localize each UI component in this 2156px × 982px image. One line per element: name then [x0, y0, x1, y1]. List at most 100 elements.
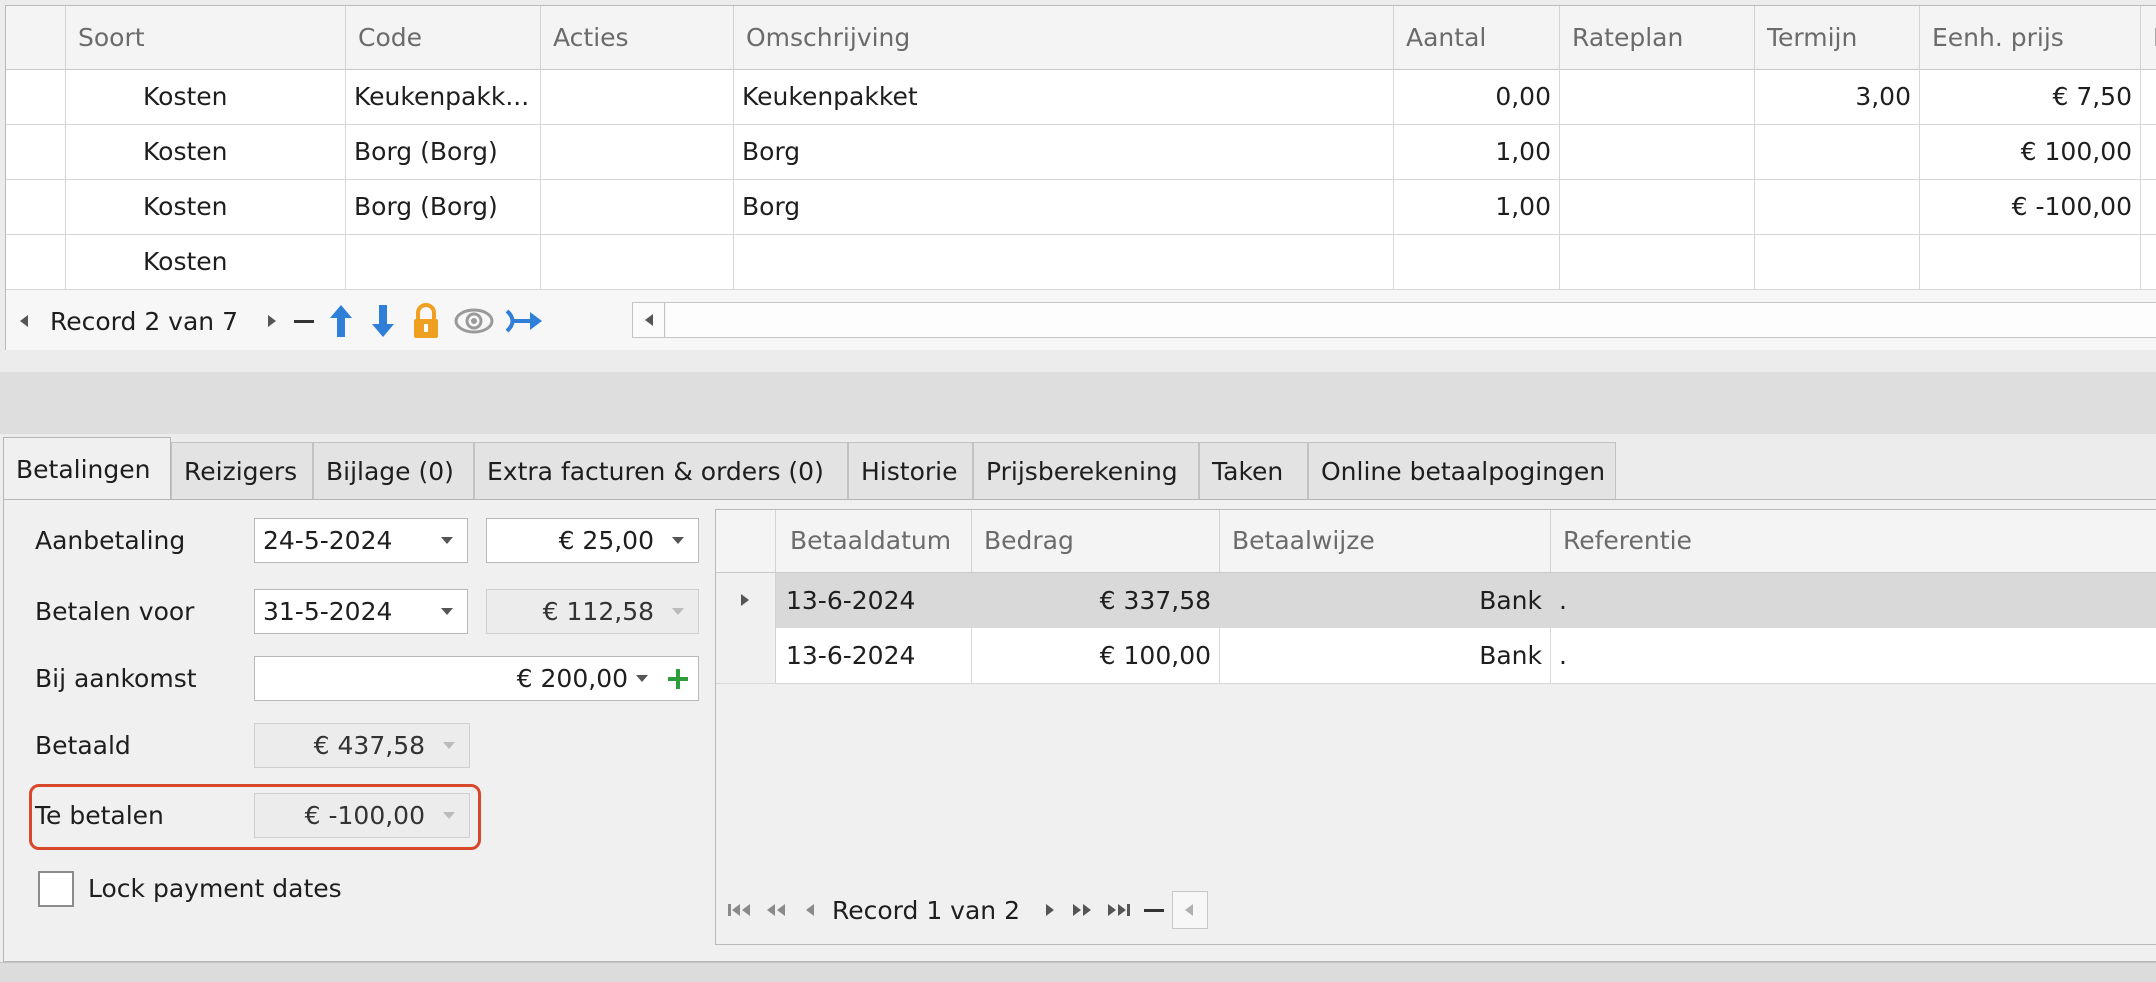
betalen-voor-date-picker[interactable]: 31-5-2024	[254, 589, 468, 634]
scroll-left-button[interactable]	[633, 303, 665, 337]
col-header-betaaldatum[interactable]: Betaaldatum	[778, 510, 972, 572]
col-header-betaalwijze[interactable]: Betaalwijze	[1220, 510, 1551, 572]
table-row-selected[interactable]: 13-6-2024 € 337,58 Bank .	[716, 573, 2156, 629]
move-down-icon[interactable]	[368, 303, 398, 339]
cell-code[interactable]: Borg (Borg)	[346, 179, 541, 234]
col-header-termijn[interactable]: Termijn	[1755, 6, 1920, 69]
first-record-icon[interactable]	[726, 900, 754, 920]
prev-icon[interactable]	[20, 315, 28, 327]
chevron-down-icon[interactable]	[672, 537, 684, 544]
next-icon[interactable]	[268, 315, 276, 327]
cell-aantal[interactable]: 1,00	[1394, 124, 1560, 179]
eye-icon[interactable]	[454, 306, 494, 336]
table-row[interactable]: Kosten Keukenpakk... Keukenpakket 0,00 3…	[6, 69, 2156, 125]
cell-aantal[interactable]: 0,00	[1394, 69, 1560, 124]
cell-omschrijving[interactable]: Keukenpakket	[734, 69, 1394, 124]
chevron-down-icon[interactable]	[636, 675, 648, 682]
prev-page-icon[interactable]	[762, 900, 790, 920]
cell-betaalwijze[interactable]: Bank	[1220, 573, 1551, 628]
col-header-rateplan[interactable]: Rateplan	[1560, 6, 1755, 69]
tab-historie[interactable]: Historie	[848, 442, 973, 500]
move-up-icon[interactable]	[326, 303, 356, 339]
col-header-code[interactable]: Code	[346, 6, 541, 69]
table-row[interactable]: Kosten	[6, 234, 2156, 290]
delete-icon[interactable]	[1144, 908, 1164, 912]
aanbetaling-amount-field[interactable]: € 25,00	[486, 518, 699, 563]
lock-payment-dates-label[interactable]: Lock payment dates	[88, 874, 342, 903]
cell-omschrijving[interactable]: Borg	[734, 124, 1394, 179]
cell-soort[interactable]: Kosten	[66, 69, 346, 124]
cell-aantal[interactable]: 1,00	[1394, 179, 1560, 234]
cell-rateplan[interactable]	[1560, 179, 1755, 234]
cell-soort[interactable]: Kosten	[66, 124, 346, 179]
chevron-down-icon[interactable]	[441, 608, 453, 615]
cell-termijn[interactable]	[1755, 179, 1920, 234]
cell-eenh-prijs[interactable]: € -100,00	[1920, 179, 2141, 234]
cell-soort[interactable]: Kosten	[66, 179, 346, 234]
cell-termijn[interactable]	[1755, 124, 1920, 179]
cell-referentie[interactable]: .	[1551, 573, 2156, 628]
cell-rateplan[interactable]	[1560, 69, 1755, 124]
add-icon[interactable]	[666, 667, 690, 691]
lock-icon[interactable]	[410, 302, 442, 340]
lock-payment-dates-checkbox[interactable]	[38, 871, 74, 907]
cell-rateplan[interactable]	[1560, 234, 1755, 289]
aanbetaling-date-picker[interactable]: 24-5-2024	[254, 518, 468, 563]
cell-omschrijving[interactable]: Borg	[734, 179, 1394, 234]
col-header-referentie[interactable]: Referentie	[1551, 510, 2156, 572]
last-record-icon[interactable]	[1104, 900, 1132, 920]
col-header-eenh-prijs[interactable]: Eenh. prijs	[1920, 6, 2141, 69]
scroll-thumb[interactable]	[666, 303, 2156, 337]
chevron-down-icon[interactable]	[441, 537, 453, 544]
next-page-icon[interactable]	[1068, 900, 1096, 920]
col-header-next[interactable]: I	[2141, 6, 2156, 69]
cell-acties[interactable]	[541, 69, 734, 124]
cell-omschrijving[interactable]	[734, 234, 1394, 289]
cell-eenh-prijs[interactable]: € 7,50	[1920, 69, 2141, 124]
cell-termijn[interactable]: 3,00	[1755, 69, 1920, 124]
splitter-band[interactable]	[0, 372, 2156, 434]
cell-betaaldatum[interactable]: 13-6-2024	[778, 628, 972, 683]
col-header-soort[interactable]: Soort	[66, 6, 346, 69]
table-row[interactable]: Kosten Borg (Borg) Borg 1,00 € -100,00	[6, 179, 2156, 235]
cell-acties[interactable]	[541, 179, 734, 234]
tab-extra-facturen[interactable]: Extra facturen & orders (0)	[474, 442, 848, 500]
delete-icon[interactable]	[294, 319, 314, 323]
betalen-voor-amount-value: € 112,58	[542, 597, 654, 626]
cell-bedrag[interactable]: € 337,58	[972, 573, 1220, 628]
cell-aantal[interactable]	[1394, 234, 1560, 289]
col-header-aantal[interactable]: Aantal	[1394, 6, 1560, 69]
horizontal-scrollbar[interactable]	[632, 302, 2156, 338]
cell-bedrag[interactable]: € 100,00	[972, 628, 1220, 683]
table-row[interactable]: 13-6-2024 € 100,00 Bank .	[716, 628, 2156, 684]
cell-eenh-prijs[interactable]: € 100,00	[1920, 124, 2141, 179]
tab-online-betaalpogingen[interactable]: Online betaalpogingen	[1308, 442, 1616, 500]
cell-code[interactable]: Borg (Borg)	[346, 124, 541, 179]
tab-reizigers[interactable]: Reizigers	[171, 442, 313, 500]
col-header-omschrijving[interactable]: Omschrijving	[734, 6, 1394, 69]
cell-betaalwijze[interactable]: Bank	[1220, 628, 1551, 683]
cell-referentie[interactable]: .	[1551, 628, 2156, 683]
tab-taken[interactable]: Taken	[1199, 442, 1308, 500]
scroll-left-button[interactable]	[1172, 891, 1208, 929]
table-row[interactable]: Kosten Borg (Borg) Borg 1,00 € 100,00	[6, 124, 2156, 180]
bij-aankomst-amount-field[interactable]: € 200,00	[254, 656, 699, 701]
forward-icon[interactable]	[504, 306, 544, 336]
cell-acties[interactable]	[541, 234, 734, 289]
cell-acties[interactable]	[541, 124, 734, 179]
tab-bijlage[interactable]: Bijlage (0)	[313, 442, 474, 500]
cell-code[interactable]	[346, 234, 541, 289]
cell-termijn[interactable]	[1755, 234, 1920, 289]
tab-betalingen[interactable]: Betalingen	[3, 437, 171, 502]
prev-record-icon[interactable]	[806, 904, 814, 916]
cell-code[interactable]: Keukenpakk...	[346, 69, 541, 124]
next-record-icon[interactable]	[1046, 904, 1054, 916]
cell-rateplan[interactable]	[1560, 124, 1755, 179]
cell-eenh-prijs[interactable]	[1920, 234, 2141, 289]
col-header-bedrag[interactable]: Bedrag	[972, 510, 1220, 572]
cell-soort[interactable]: Kosten	[66, 234, 346, 289]
tab-prijsberekening[interactable]: Prijsberekening	[973, 442, 1199, 500]
row-indicator	[6, 234, 66, 289]
cell-betaaldatum[interactable]: 13-6-2024	[778, 573, 972, 628]
col-header-acties[interactable]: Acties	[541, 6, 734, 69]
